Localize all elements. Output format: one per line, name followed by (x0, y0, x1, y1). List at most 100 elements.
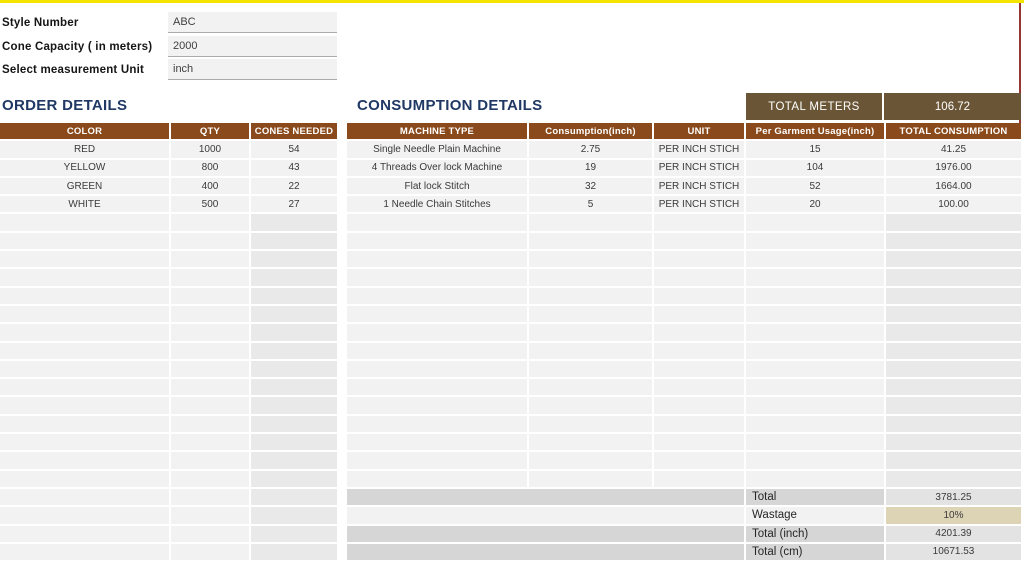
table-cell[interactable] (654, 452, 746, 470)
table-cell[interactable] (746, 434, 886, 452)
table-cell[interactable]: 15 (746, 141, 886, 159)
table-cell[interactable]: 400 (171, 178, 251, 196)
table-cell[interactable]: 500 (171, 196, 251, 214)
table-cell[interactable] (746, 452, 886, 470)
table-cell[interactable] (886, 214, 1021, 232)
table-cell[interactable] (347, 379, 529, 397)
table-cell[interactable] (746, 361, 886, 379)
table-cell[interactable] (654, 324, 746, 342)
table-cell[interactable]: GREEN (0, 178, 171, 196)
table-cell[interactable] (746, 471, 886, 489)
table-cell[interactable]: RED (0, 141, 171, 159)
table-cell[interactable] (251, 452, 337, 470)
table-cell[interactable] (654, 416, 746, 434)
table-cell[interactable] (0, 343, 171, 361)
table-cell[interactable] (171, 324, 251, 342)
measurement-unit-field[interactable]: inch (168, 59, 337, 80)
table-cell[interactable] (171, 269, 251, 287)
table-cell[interactable] (746, 233, 886, 251)
table-cell[interactable]: PER INCH STICH (654, 196, 746, 214)
table-cell[interactable] (886, 306, 1021, 324)
table-cell[interactable] (171, 233, 251, 251)
table-cell[interactable] (171, 434, 251, 452)
table-cell[interactable] (347, 361, 529, 379)
table-cell[interactable]: 4 Threads Over lock Machine (347, 160, 529, 178)
table-cell[interactable] (171, 379, 251, 397)
table-cell[interactable] (171, 251, 251, 269)
table-cell[interactable] (886, 471, 1021, 489)
table-cell[interactable] (886, 269, 1021, 287)
table-cell[interactable] (251, 361, 337, 379)
table-cell[interactable]: 1000 (171, 141, 251, 159)
table-cell[interactable]: 54 (251, 141, 337, 159)
table-cell[interactable] (529, 214, 654, 232)
table-cell[interactable]: Flat lock Stitch (347, 178, 529, 196)
table-cell[interactable] (347, 397, 529, 415)
table-cell[interactable] (251, 233, 337, 251)
cone-capacity-field[interactable]: 2000 (168, 36, 337, 57)
table-cell[interactable] (529, 269, 654, 287)
table-cell[interactable] (654, 233, 746, 251)
table-cell[interactable] (886, 434, 1021, 452)
table-cell[interactable] (886, 416, 1021, 434)
table-cell[interactable]: 800 (171, 160, 251, 178)
table-cell[interactable] (654, 306, 746, 324)
table-cell[interactable]: 43 (251, 160, 337, 178)
table-cell[interactable]: Single Needle Plain Machine (347, 141, 529, 159)
table-cell[interactable] (654, 214, 746, 232)
table-cell[interactable] (529, 434, 654, 452)
table-cell[interactable] (0, 471, 171, 489)
table-cell[interactable] (886, 288, 1021, 306)
table-cell[interactable] (347, 416, 529, 434)
table-cell[interactable] (746, 397, 886, 415)
table-cell[interactable] (0, 544, 171, 562)
table-cell[interactable] (886, 251, 1021, 269)
table-cell[interactable] (251, 214, 337, 232)
table-cell[interactable] (0, 526, 171, 544)
table-cell[interactable] (746, 214, 886, 232)
table-cell[interactable] (0, 269, 171, 287)
table-cell[interactable] (746, 379, 886, 397)
table-cell[interactable]: 32 (529, 178, 654, 196)
table-cell[interactable] (171, 544, 251, 562)
table-cell[interactable] (529, 324, 654, 342)
table-cell[interactable] (251, 379, 337, 397)
table-cell[interactable] (529, 397, 654, 415)
table-cell[interactable] (171, 471, 251, 489)
summary-label-cell[interactable]: Total (cm) (746, 544, 886, 562)
table-cell[interactable] (347, 288, 529, 306)
table-cell[interactable] (529, 343, 654, 361)
table-cell[interactable]: 2.75 (529, 141, 654, 159)
table-cell[interactable] (0, 288, 171, 306)
summary-value-cell[interactable]: 4201.39 (886, 526, 1021, 544)
table-cell[interactable] (251, 288, 337, 306)
table-cell[interactable] (886, 397, 1021, 415)
table-cell[interactable] (746, 269, 886, 287)
summary-label-cell[interactable]: Total (inch) (746, 526, 886, 544)
summary-label-cell[interactable]: Wastage (746, 507, 886, 525)
table-cell[interactable] (529, 361, 654, 379)
table-cell[interactable] (0, 416, 171, 434)
table-cell[interactable] (886, 324, 1021, 342)
table-cell[interactable] (251, 507, 337, 525)
table-cell[interactable] (529, 379, 654, 397)
table-cell[interactable] (529, 471, 654, 489)
table-cell[interactable] (529, 288, 654, 306)
table-cell[interactable] (171, 489, 251, 507)
table-cell[interactable] (746, 416, 886, 434)
table-cell[interactable] (886, 233, 1021, 251)
table-cell[interactable]: 22 (251, 178, 337, 196)
table-cell[interactable] (347, 471, 529, 489)
table-cell[interactable] (347, 343, 529, 361)
table-cell[interactable]: 1 Needle Chain Stitches (347, 196, 529, 214)
table-cell[interactable] (251, 269, 337, 287)
table-cell[interactable] (251, 434, 337, 452)
table-cell[interactable]: PER INCH STICH (654, 141, 746, 159)
table-cell[interactable] (171, 507, 251, 525)
table-cell[interactable] (746, 251, 886, 269)
table-cell[interactable] (251, 471, 337, 489)
table-cell[interactable] (347, 251, 529, 269)
table-cell[interactable] (746, 343, 886, 361)
table-cell[interactable] (886, 452, 1021, 470)
table-cell[interactable] (347, 324, 529, 342)
